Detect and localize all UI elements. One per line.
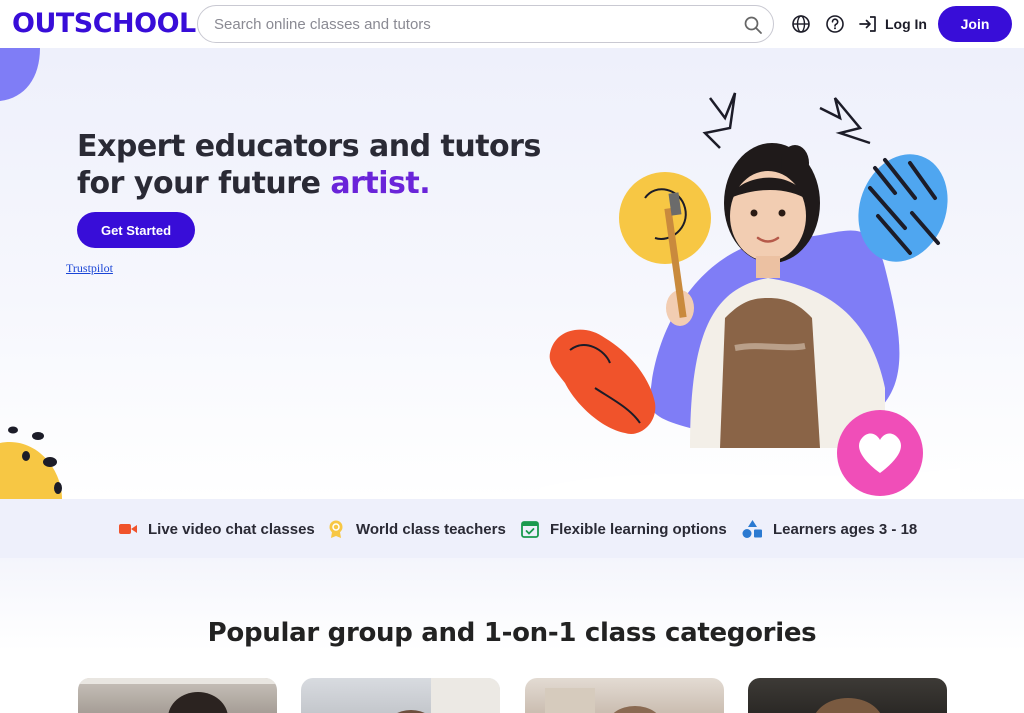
login-label: Log In bbox=[885, 16, 927, 32]
login-arrow-icon bbox=[859, 16, 876, 32]
join-button[interactable]: Join bbox=[938, 6, 1012, 42]
features-bar: Live video chat classes World class teac… bbox=[0, 499, 1024, 558]
shapes-icon bbox=[742, 520, 762, 538]
feature-item: World class teachers bbox=[326, 518, 506, 540]
feature-item: Live video chat classes bbox=[118, 518, 315, 540]
award-ribbon-icon bbox=[329, 520, 343, 538]
hero-heading-line1: Expert educators and tutors bbox=[77, 129, 541, 164]
category-card[interactable] bbox=[748, 678, 947, 713]
feature-item: Learners ages 3 - 18 bbox=[742, 518, 917, 540]
search-icon[interactable] bbox=[743, 15, 763, 35]
hero-heading: Expert educators and tutors for your fut… bbox=[77, 128, 541, 202]
hero-heading-accent: artist. bbox=[330, 166, 431, 201]
calendar-check-icon bbox=[521, 521, 539, 538]
video-camera-icon bbox=[119, 524, 137, 534]
category-card-image bbox=[78, 678, 277, 713]
decorative-blob bbox=[0, 48, 40, 101]
login-link[interactable]: Log In bbox=[858, 14, 927, 34]
feature-label: Flexible learning options bbox=[550, 520, 727, 538]
search-bar[interactable] bbox=[197, 5, 774, 43]
hero-section: Expert educators and tutors for your fut… bbox=[0, 48, 1024, 499]
decorative-yellow-blob bbox=[0, 426, 62, 499]
help-icon[interactable] bbox=[825, 14, 845, 34]
feature-label: Learners ages 3 - 18 bbox=[773, 520, 918, 538]
categories-section: Popular group and 1-on-1 class categorie… bbox=[0, 558, 1024, 713]
get-started-button[interactable]: Get Started bbox=[77, 212, 195, 248]
feature-label: Live video chat classes bbox=[148, 520, 315, 538]
outschool-logo[interactable]: OUTSCHOOL bbox=[12, 9, 196, 39]
category-card-image bbox=[815, 698, 881, 713]
category-card-image bbox=[545, 688, 657, 713]
category-card[interactable] bbox=[301, 678, 500, 713]
top-nav: OUTSCHOOL Log In Join bbox=[0, 0, 1024, 48]
category-card[interactable] bbox=[525, 678, 724, 713]
category-card[interactable] bbox=[78, 678, 277, 713]
feature-label: World class teachers bbox=[356, 520, 506, 538]
categories-heading: Popular group and 1-on-1 class categorie… bbox=[207, 618, 817, 648]
hero-heading-line2: for your future bbox=[77, 166, 331, 201]
feature-item: Flexible learning options bbox=[520, 518, 727, 540]
search-input[interactable] bbox=[214, 14, 734, 34]
hero-illustration bbox=[540, 92, 960, 498]
category-card-image bbox=[397, 678, 500, 713]
trustpilot-link[interactable]: Trustpilot bbox=[66, 261, 113, 276]
globe-icon[interactable] bbox=[791, 14, 811, 34]
